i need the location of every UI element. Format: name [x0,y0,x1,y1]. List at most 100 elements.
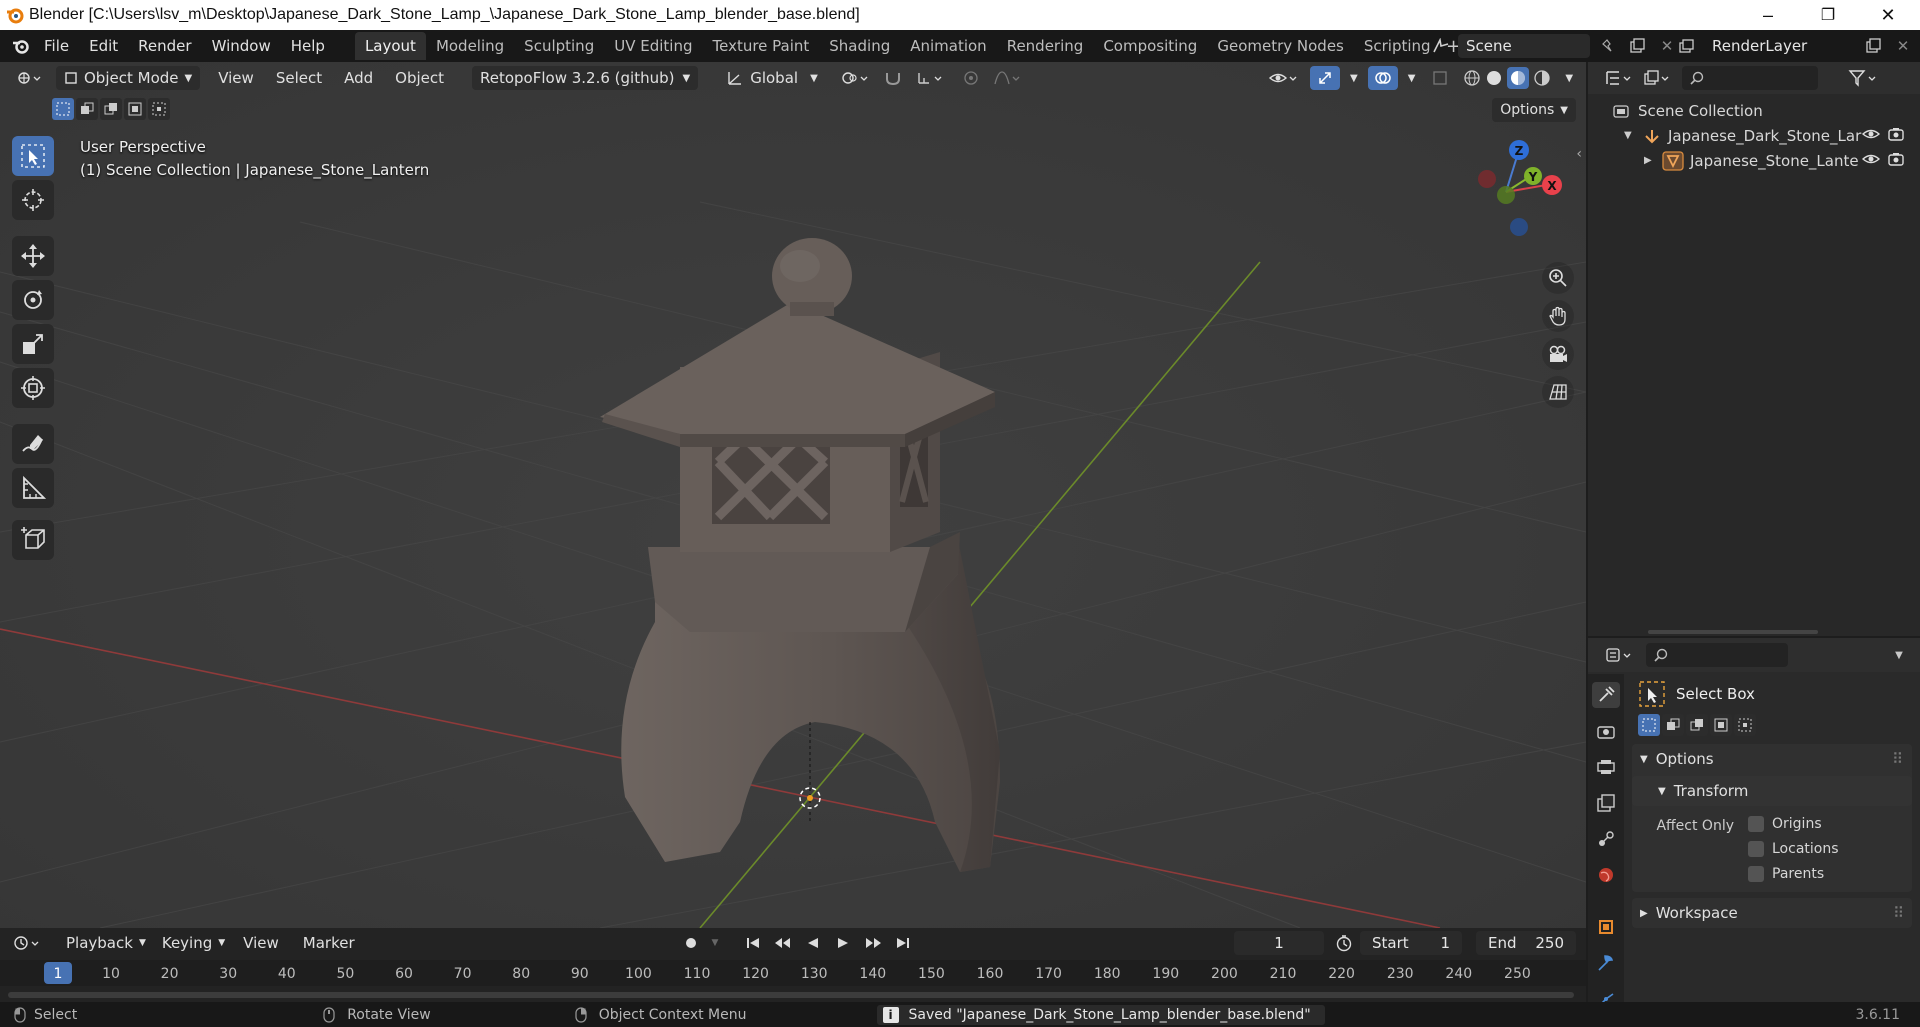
visibility-options-icon[interactable] [1262,66,1306,90]
cursor-tool-icon[interactable] [12,180,54,220]
outliner-editor-type-icon[interactable] [1602,66,1638,90]
scene-tab-icon[interactable] [1592,826,1620,852]
rendered-shading-icon[interactable] [1533,69,1551,87]
properties-search-input[interactable] [1646,643,1788,667]
select-subtract-icon[interactable] [100,98,122,120]
object-tab-icon[interactable] [1592,914,1620,940]
falloff-icon[interactable] [986,66,1028,90]
camera-view-icon[interactable] [1542,338,1574,370]
menu-window[interactable]: Window [202,33,281,59]
timeline-scrollbar[interactable] [8,992,1574,998]
new-view-layer-icon[interactable] [1860,34,1886,58]
tab-rendering[interactable]: Rendering [997,32,1094,60]
select-new-icon[interactable] [1638,714,1660,736]
options-dropdown[interactable]: Options ▼ [1492,98,1576,122]
jump-to-end-icon[interactable] [890,931,916,955]
preview-range-stopwatch-icon[interactable] [1331,931,1357,955]
world-tab-icon[interactable] [1592,862,1620,888]
sidebar-toggle-icon[interactable]: ‹ [1576,146,1582,162]
scene-selector-icon[interactable] [1428,34,1454,58]
menu-help[interactable]: Help [281,33,335,59]
record-icon[interactable] [678,931,704,955]
timeline-menu-view[interactable]: View [237,931,285,955]
rotate-tool-icon[interactable] [12,280,54,320]
viewport-menu-select[interactable]: Select [270,66,328,90]
menu-render[interactable]: Render [128,33,201,59]
workspace-panel-header[interactable]: ▶ Workspace ⠿ [1632,898,1912,928]
tab-shading[interactable]: Shading [819,32,900,60]
axis-gizmo[interactable]: Z X Y [1456,132,1576,252]
annotate-tool-icon[interactable] [12,424,54,464]
checkbox-box[interactable] [1748,816,1764,832]
transform-orientation-dropdown[interactable]: Global ▼ [720,66,824,90]
timeline-editor-type-icon[interactable] [10,931,46,955]
visibility-eye-icon[interactable] [1861,152,1881,170]
transform-tool-icon[interactable] [12,368,54,408]
wireframe-shading-icon[interactable] [1463,69,1481,87]
tab-uv-editing[interactable]: UV Editing [604,32,702,60]
xray-toggle-icon[interactable] [1425,66,1455,90]
render-camera-icon[interactable] [1888,127,1904,145]
new-scene-icon[interactable] [1624,34,1650,58]
editor-type-icon[interactable] [10,66,48,90]
material-preview-shading-icon[interactable] [1507,67,1530,89]
zoom-icon[interactable] [1542,262,1574,294]
modifiers-tab-icon[interactable] [1592,950,1620,976]
start-frame-field[interactable]: Start 1 [1360,931,1462,955]
jump-to-keyframe-back-icon[interactable] [770,931,796,955]
gizmo-toggle-icon[interactable] [1310,66,1340,90]
select-invert-icon[interactable] [1710,714,1732,736]
select-subtract-icon[interactable] [1686,714,1708,736]
overlays-options-icon[interactable]: ▼ [1402,66,1422,90]
timeline-menu-marker[interactable]: Marker [297,931,361,955]
expand-arrow-right-icon[interactable]: ▶ [1644,155,1658,166]
proportional-edit-icon[interactable] [956,66,986,90]
tab-sculpting[interactable]: Sculpting [514,32,604,60]
tab-layout[interactable]: Layout [354,32,426,60]
checkbox-box[interactable] [1748,841,1764,857]
select-intersect-icon[interactable] [148,98,170,120]
viewport-menu-object[interactable]: Object [389,66,450,90]
outliner-scrollbar[interactable] [1648,630,1818,634]
tab-modeling[interactable]: Modeling [426,32,514,60]
maximize-button[interactable]: ❐ [1800,0,1856,30]
select-box-tool-icon[interactable] [12,136,54,176]
keying-menu[interactable]: Keying ▼ [156,931,231,955]
move-tool-icon[interactable] [12,236,54,276]
render-tab-icon[interactable] [1592,718,1620,744]
play-icon[interactable] [830,931,856,955]
pivot-point-icon[interactable] [834,66,876,90]
blender-menu-icon[interactable] [8,34,34,58]
viewport-menu-view[interactable]: View [212,66,260,90]
minimize-button[interactable]: – [1740,0,1796,30]
visibility-eye-icon[interactable] [1861,127,1881,145]
options-panel-header[interactable]: ▼ Options ⠿ [1632,744,1912,774]
render-camera-icon[interactable] [1888,152,1904,170]
menu-file[interactable]: File [34,33,79,59]
parents-checkbox[interactable]: Parents [1748,864,1839,884]
select-extend-icon[interactable] [76,98,98,120]
ortho-grid-icon[interactable] [1542,376,1574,408]
end-frame-field[interactable]: End 250 [1476,931,1576,955]
display-mode-icon[interactable] [1640,66,1676,90]
select-new-icon[interactable] [52,98,74,120]
tab-animation[interactable]: Animation [900,32,996,60]
select-extend-icon[interactable] [1662,714,1684,736]
overlays-toggle-icon[interactable] [1367,66,1398,90]
delete-view-layer-icon[interactable]: ✕ [1890,34,1916,58]
drag-handle-icon[interactable]: ⠿ [1893,904,1904,922]
drag-handle-icon[interactable]: ⠿ [1892,750,1904,768]
close-button[interactable]: ✕ [1860,0,1916,30]
transform-subpanel-header[interactable]: ▼ Transform [1632,776,1912,806]
outliner-search-input[interactable] [1682,66,1818,90]
view-layer-icon[interactable] [1674,34,1700,58]
select-invert-icon[interactable] [124,98,146,120]
filter-icon[interactable] [1844,66,1884,90]
play-reverse-icon[interactable] [800,931,826,955]
mode-dropdown[interactable]: Object Mode ▼ [56,66,201,90]
checkbox-box[interactable] [1748,866,1764,882]
jump-to-start-icon[interactable] [740,931,766,955]
snap-toggle-icon[interactable] [876,66,910,90]
timeline-ruler[interactable]: 1 10 20 30 40 50 60 70 80 90 100 110 120 130 140 150 160… [0,960,1586,986]
output-tab-icon[interactable] [1592,754,1620,780]
